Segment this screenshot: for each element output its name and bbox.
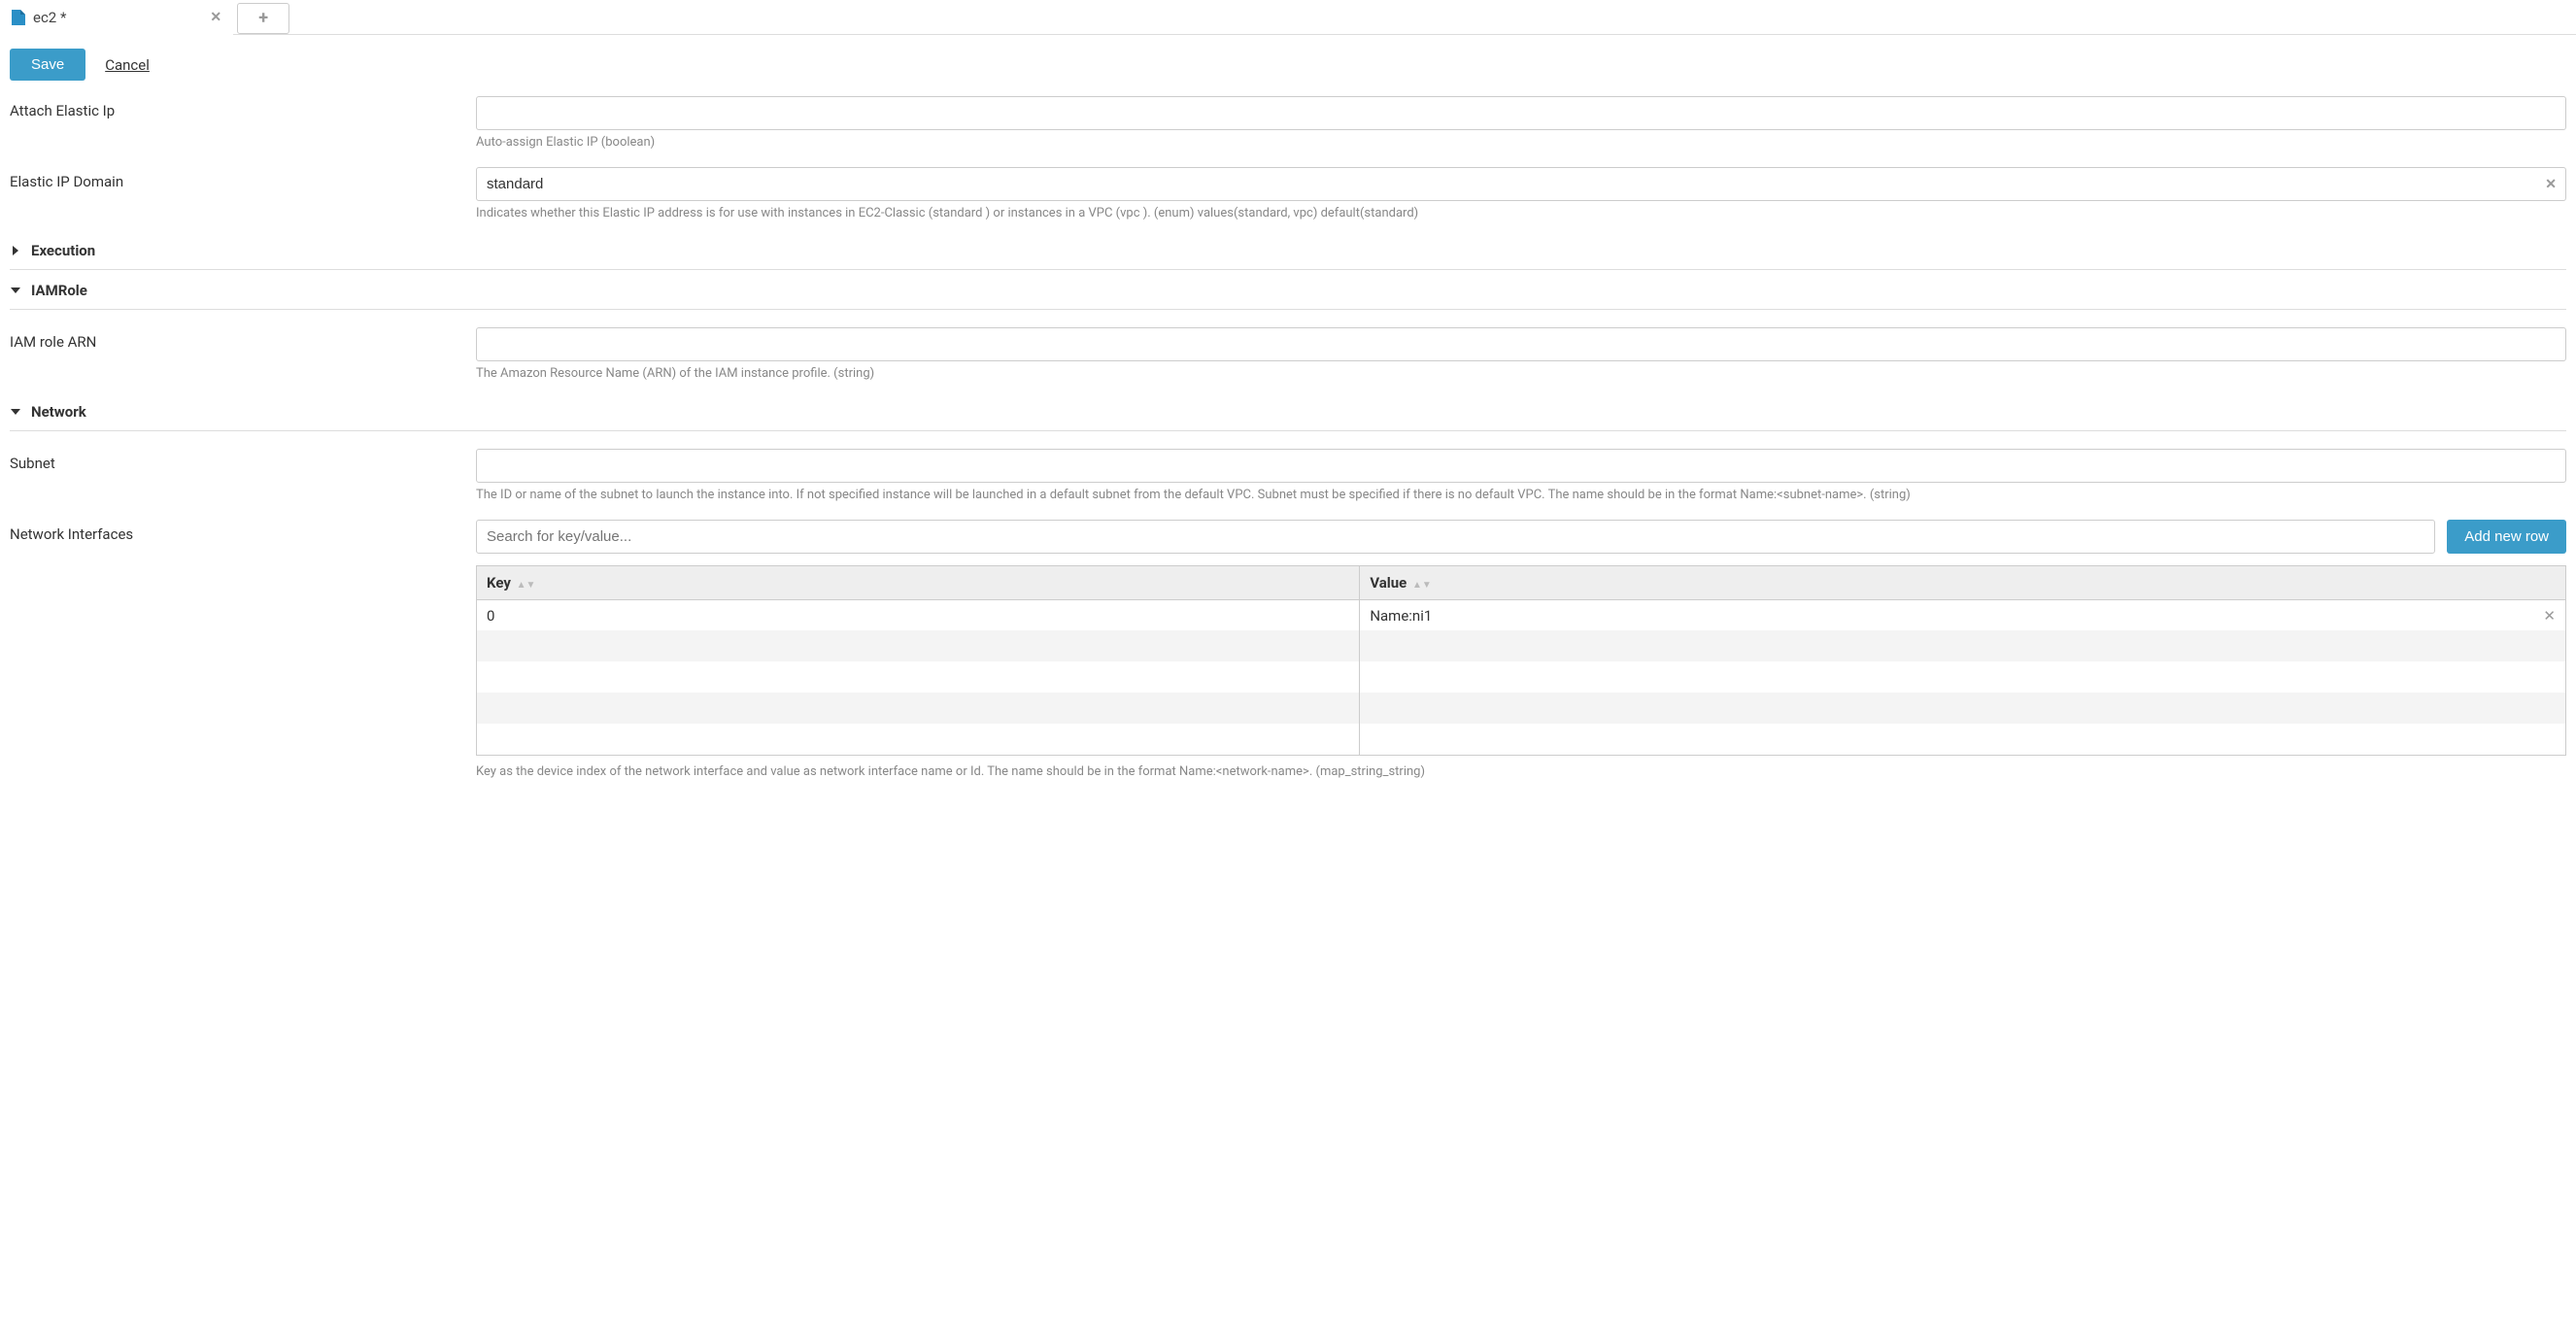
section-title-iamrole: IAMRole: [31, 282, 87, 299]
field-subnet: Subnet The ID or name of the subnet to l…: [10, 441, 2566, 512]
close-icon[interactable]: ✕: [210, 10, 221, 25]
table-row[interactable]: [477, 693, 2566, 724]
plus-icon: +: [258, 8, 268, 28]
col-value-label: Value: [1370, 574, 1407, 592]
label-iam-role-arn: IAM role ARN: [10, 327, 457, 351]
hint-network-interfaces: Key as the device index of the network i…: [476, 763, 2566, 781]
tab-bar: ec2 * ✕ +: [0, 0, 2576, 35]
search-input[interactable]: [476, 520, 2435, 554]
hint-iam-role-arn: The Amazon Resource Name (ARN) of the IA…: [476, 365, 2566, 383]
chevron-down-icon: [10, 406, 21, 418]
input-elastic-ip-domain[interactable]: [476, 167, 2566, 201]
save-button[interactable]: Save: [10, 49, 85, 81]
table-row[interactable]: 0 Name:ni1 ✕: [477, 599, 2566, 630]
section-title-network: Network: [31, 403, 86, 421]
label-network-interfaces: Network Interfaces: [10, 520, 457, 543]
section-iamrole[interactable]: IAMRole: [10, 270, 2566, 310]
add-row-button[interactable]: Add new row: [2447, 520, 2566, 554]
sort-icon: ▲▼: [517, 580, 536, 591]
tab-ec2[interactable]: ec2 * ✕: [0, 0, 233, 35]
action-bar: Save Cancel: [0, 35, 2576, 88]
form: Attach Elastic Ip Auto-assign Elastic IP…: [0, 88, 2576, 789]
field-iam-role-arn: IAM role ARN The Amazon Resource Name (A…: [10, 320, 2566, 390]
input-attach-elastic-ip[interactable]: [476, 96, 2566, 130]
label-subnet: Subnet: [10, 449, 457, 472]
hint-subnet: The ID or name of the subnet to launch t…: [476, 487, 2566, 504]
col-key[interactable]: Key ▲▼: [477, 565, 1360, 599]
col-value[interactable]: Value ▲▼: [1360, 565, 2566, 599]
section-title-execution: Execution: [31, 242, 95, 259]
label-attach-elastic-ip: Attach Elastic Ip: [10, 96, 457, 119]
input-iam-role-arn[interactable]: [476, 327, 2566, 361]
chevron-down-icon: [10, 285, 21, 296]
add-tab-button[interactable]: +: [237, 3, 289, 34]
label-elastic-ip-domain: Elastic IP Domain: [10, 167, 457, 190]
cell-key: 0: [487, 607, 494, 625]
file-icon: [12, 10, 25, 25]
table-row[interactable]: [477, 630, 2566, 661]
field-network-interfaces: Network Interfaces Add new row Key ▲▼: [10, 512, 2566, 789]
table-row[interactable]: [477, 661, 2566, 693]
sort-icon: ▲▼: [1412, 580, 1432, 591]
cell-value: Name:ni1: [1370, 607, 1432, 625]
tab-title: ec2 *: [33, 9, 66, 26]
delete-row-icon[interactable]: ✕: [2543, 607, 2556, 625]
col-key-label: Key: [487, 574, 511, 592]
field-attach-elastic-ip: Attach Elastic Ip Auto-assign Elastic IP…: [10, 88, 2566, 159]
hint-elastic-ip-domain: Indicates whether this Elastic IP addres…: [476, 205, 2566, 222]
network-interfaces-table: Key ▲▼ Value ▲▼ 0: [476, 565, 2566, 756]
field-elastic-ip-domain: Elastic IP Domain ✕ Indicates whether th…: [10, 159, 2566, 230]
clear-icon[interactable]: ✕: [2545, 177, 2557, 192]
input-subnet[interactable]: [476, 449, 2566, 483]
table-row[interactable]: [477, 724, 2566, 755]
chevron-right-icon: [10, 245, 21, 256]
section-execution[interactable]: Execution: [10, 230, 2566, 270]
hint-attach-elastic-ip: Auto-assign Elastic IP (boolean): [476, 134, 2566, 152]
cancel-link[interactable]: Cancel: [105, 56, 150, 74]
section-network[interactable]: Network: [10, 391, 2566, 431]
